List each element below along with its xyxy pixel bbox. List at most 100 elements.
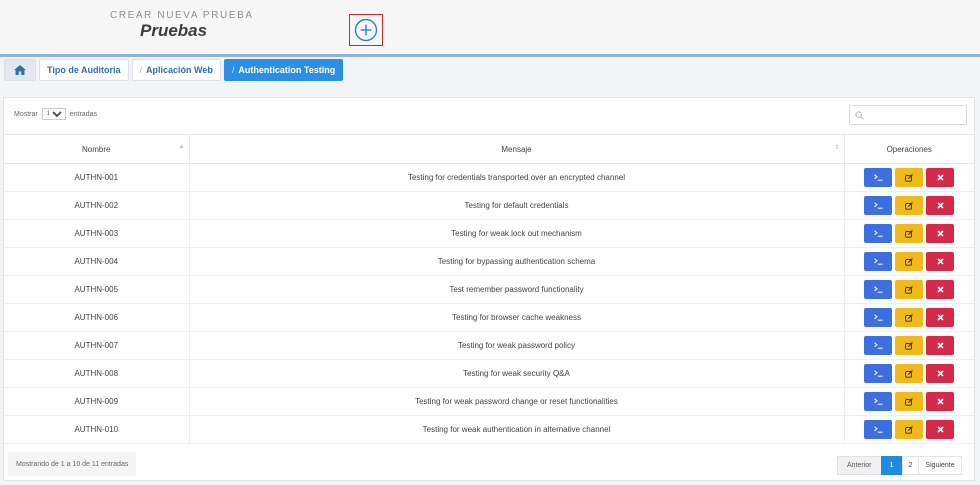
run-button[interactable] [864,280,893,299]
edit-button[interactable] [895,364,924,383]
search-input[interactable] [867,109,966,121]
delete-button[interactable] [926,336,955,355]
close-icon [937,202,944,209]
run-button[interactable] [864,168,893,187]
close-icon [937,258,944,265]
cell-message: Testing for weak password policy [189,331,845,360]
run-button[interactable] [864,308,893,327]
tests-table: Nombre ▲ Mensaje ⇕ Operaciones AUTHN-001… [4,134,974,444]
table-row: AUTHN-009 Testing for weak password chang… [4,387,975,416]
breadcrumb-authentication-testing[interactable]: / Authentication Testing [223,59,344,81]
edit-button[interactable] [895,196,924,215]
cell-message: Testing for browser cache weakness [189,303,845,332]
top-header: CREAR NUEVA PRUEBA Pruebas [0,0,980,57]
run-button[interactable] [864,224,893,243]
cell-name: AUTHN-003 [4,219,190,248]
column-header-message[interactable]: Mensaje ⇕ [189,134,845,164]
close-icon [937,230,944,237]
edit-button[interactable] [895,392,924,411]
cell-message: Testing for weak password change or rese… [189,387,845,416]
delete-button[interactable] [926,252,955,271]
cell-message: Test remember password functionality [189,275,845,304]
cell-operations [844,303,974,332]
close-icon [937,370,944,377]
close-icon [937,342,944,349]
delete-button[interactable] [926,168,955,187]
run-button[interactable] [864,420,893,439]
breadcrumb-audit-type[interactable]: Tipo de Auditoria [39,59,129,81]
pagination-page-2[interactable]: 2 [901,456,920,475]
table-row: AUTHN-002 Testing for default credentials [4,191,975,220]
close-icon [937,286,944,293]
column-header-name[interactable]: Nombre ▲ [4,134,190,164]
sort-icon: ▲ [178,144,185,150]
cell-name: AUTHN-001 [4,163,190,192]
cell-name: AUTHN-004 [4,247,190,276]
breadcrumb-separator: / [231,65,235,75]
entries-label: entradas [69,110,97,118]
cell-message: Testing for default credentials [189,191,845,220]
create-test-button[interactable] [349,14,383,46]
edit-icon [905,369,913,378]
cell-message: Testing for credentials transported over… [189,163,845,192]
cell-name: AUTHN-007 [4,331,190,360]
delete-button[interactable] [926,308,955,327]
sort-icon: ⇕ [834,145,840,151]
column-header-label: Mensaje [501,144,532,154]
page-length-select[interactable]: 10 [41,108,66,120]
delete-button[interactable] [926,364,955,383]
breadcrumb-label: Authentication Testing [238,65,336,75]
terminal-icon [873,342,883,349]
breadcrumb-home[interactable] [4,59,36,81]
cell-message: Testing for weak authentication in alter… [189,415,845,444]
table-row: AUTHN-010 Testing for weak authentication… [4,415,974,444]
terminal-icon [873,370,883,377]
cell-operations [844,331,974,360]
table-info: Mostrando de 1 a 10 de 11 entradas [8,452,137,476]
operations-group [845,196,975,215]
operations-group [845,392,975,411]
breadcrumb: Tipo de Auditoria / Aplicación Web / Aut… [4,59,344,81]
cell-operations [844,359,974,388]
delete-button[interactable] [926,392,955,411]
pagination-next[interactable]: Siguiente [918,456,962,475]
tests-panel: Mostrar 10 entradas Nombre ▲ Mensaje ⇕ O… [3,97,975,481]
column-header-operations: Operaciones [844,134,974,164]
run-button[interactable] [864,392,893,411]
terminal-icon [873,230,883,237]
cell-operations [844,415,974,444]
edit-button[interactable] [895,168,924,187]
edit-icon [905,173,913,182]
pagination-previous[interactable]: Anterior [837,456,882,475]
delete-button[interactable] [926,420,955,439]
terminal-icon [873,398,883,405]
cell-operations [844,219,974,248]
edit-button[interactable] [895,252,924,271]
edit-button[interactable] [895,336,924,355]
table-row: AUTHN-006 Testing for browser cache weakn… [4,303,974,332]
pagination-page-1[interactable]: 1 [880,456,903,475]
delete-button[interactable] [926,224,955,243]
delete-button[interactable] [926,280,955,299]
run-button[interactable] [864,336,893,355]
edit-button[interactable] [895,420,924,439]
run-button[interactable] [864,364,893,383]
close-icon [937,426,944,433]
run-button[interactable] [864,196,893,215]
delete-button[interactable] [926,196,955,215]
edit-button[interactable] [895,280,924,299]
edit-button[interactable] [895,308,924,327]
edit-icon [905,397,913,406]
edit-button[interactable] [895,224,924,243]
cell-operations [844,191,975,220]
cell-operations [844,387,975,416]
cell-operations [844,275,974,304]
page-length-control: Mostrar 10 entradas [14,108,97,120]
cell-name: AUTHN-009 [4,387,190,416]
table-row: AUTHN-008 Testing for weak security Q&A [4,359,974,388]
search-icon [855,110,864,120]
run-button[interactable] [864,252,893,271]
breadcrumb-web-app[interactable]: / Aplicación Web [131,59,221,81]
edit-icon [905,285,913,294]
table-row: AUTHN-007 Testing for weak password polic… [4,331,974,360]
